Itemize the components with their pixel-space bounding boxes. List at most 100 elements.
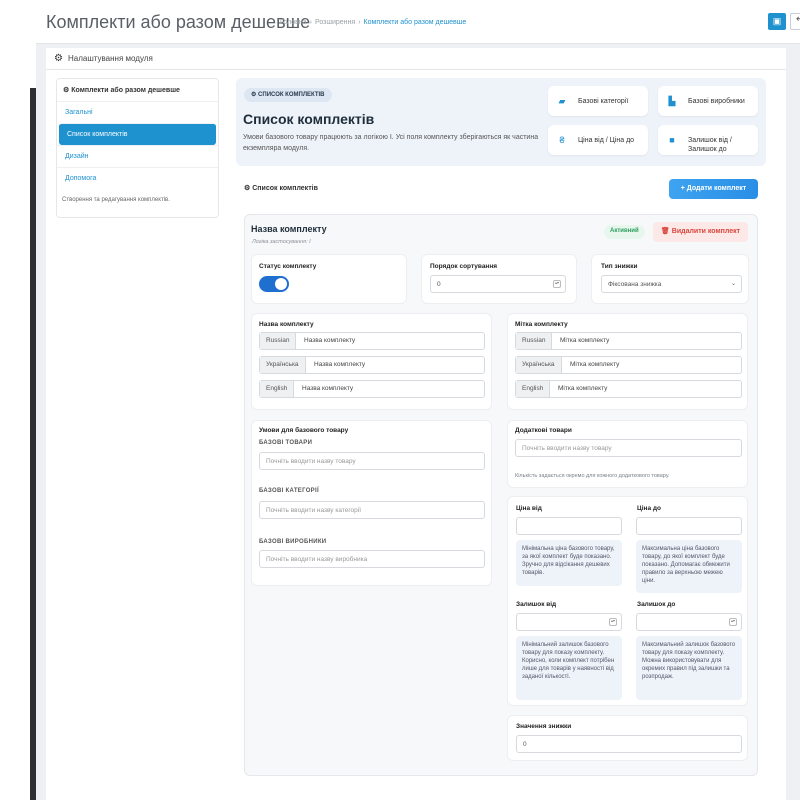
base-products-input[interactable]: Почніть вводити назву товару xyxy=(259,452,485,470)
puzzle-icon: ⚙ xyxy=(54,53,63,64)
language-tag: English xyxy=(260,381,295,397)
kit-name-row-russian[interactable]: Russian Назва комплекту xyxy=(259,332,485,350)
price-to-label: Ціна до xyxy=(637,505,661,512)
kit-mark-row-russian[interactable]: Russian Мітка комплекту xyxy=(515,332,742,350)
kit-names-label: Назва комплекту xyxy=(259,321,314,328)
kit-marks-label: Мітка комплекту xyxy=(515,321,568,328)
kit-list-heading: ⚙ Список комплектів xyxy=(244,184,318,192)
hero-description: Умови базового товару працюють за логіко… xyxy=(243,134,539,152)
spinner-icon[interactable]: ▴▾ xyxy=(553,280,561,288)
trash-icon: 🗑 xyxy=(660,228,672,235)
status-badge: Активний xyxy=(604,225,645,239)
card-price-range[interactable]: ₴ Ціна від / Ціна до xyxy=(548,125,648,155)
top-header: Комплекти або разом дешевше Головна › Розш… xyxy=(36,0,800,44)
card-label: Ціна від / Ціна до xyxy=(578,137,635,144)
price-to-input[interactable] xyxy=(636,517,742,535)
breadcrumb: Головна › Розширення › Комплекти або разом д… xyxy=(280,19,466,26)
kit-list-heading-text: Список комплектів xyxy=(252,185,318,192)
card-base-categories[interactable]: ▰ Базові категорії xyxy=(548,86,648,116)
status-label: Статус комплекту xyxy=(259,263,317,270)
puzzle-icon: ⚙ xyxy=(63,87,72,94)
kit-name-value: Назва комплекту xyxy=(304,337,356,344)
sidebar-item-general[interactable]: Загальні xyxy=(57,101,218,123)
sidebar-title-text: Комплекти або разом дешевше xyxy=(71,87,180,94)
delete-kit-button[interactable]: 🗑 Видалити комплект xyxy=(653,222,748,242)
chevron-down-icon: ⌄ xyxy=(730,281,736,287)
language-tag: Українська xyxy=(260,357,306,373)
extra-products-input[interactable]: Почніть вводити назву товару xyxy=(515,439,742,457)
box-icon: ■ xyxy=(669,135,675,145)
base-manufacturers-label: БАЗОВІ ВИРОБНИКИ xyxy=(259,539,327,545)
delete-kit-label: Видалити комплект xyxy=(671,228,741,235)
factory-icon: ▙ xyxy=(668,96,676,106)
breadcrumb-separator: › xyxy=(358,19,361,26)
left-edge xyxy=(0,0,36,800)
discount-value-input[interactable]: 0 xyxy=(516,735,742,753)
folder-icon: ▰ xyxy=(558,96,566,106)
kit-name-value: Назва комплекту xyxy=(302,385,354,392)
kit-logic: Логіка застосування: I xyxy=(252,239,311,245)
language-tag: Russian xyxy=(516,333,553,349)
section-pill: ⚙ СПИСОК КОМПЛЕКТІВ xyxy=(244,88,332,102)
breadcrumb-current[interactable]: Комплекти або разом дешевше xyxy=(364,19,467,26)
breadcrumb-home[interactable]: Головна xyxy=(280,19,307,26)
discount-type-label: Тип знижки xyxy=(601,263,638,270)
spinner-icon[interactable]: ▴▾ xyxy=(609,618,617,626)
stock-to-input[interactable]: ▴▾ xyxy=(636,613,742,631)
kit-mark-row-english[interactable]: English Мітка комплекту xyxy=(515,380,742,398)
extra-products-note: Кількість задається окремо для кожного д… xyxy=(515,473,670,479)
page-title: Комплекти або разом дешевше xyxy=(46,12,311,32)
discount-type-select[interactable]: Фіксована знижка ⌄ xyxy=(601,275,742,293)
back-icon: ↰ xyxy=(794,16,800,27)
card-base-manufacturers[interactable]: ▙ Базові виробники xyxy=(658,86,758,116)
price-to-hint: Максимальна ціна базового товару, до яко… xyxy=(636,540,742,593)
base-products-label: БАЗОВІ ТОВАРИ xyxy=(259,440,313,446)
sidebar-title: ⚙ Комплекти або разом дешевше xyxy=(57,79,218,101)
card-label: Базові категорії xyxy=(578,98,629,105)
base-manufacturers-input[interactable]: Почніть вводити назву виробника xyxy=(259,550,485,568)
sidebar-footer: Створення та редагування комплектів. xyxy=(62,197,170,203)
sort-order-input[interactable]: 0 ▴▾ xyxy=(430,275,566,293)
card-stock-range[interactable]: ■ Залишок від / Залишок до xyxy=(658,125,758,155)
add-kit-button[interactable]: + Додати комплект xyxy=(669,179,758,199)
kit-title: Назва комплекту xyxy=(251,224,327,234)
kit-name-row-english[interactable]: English Назва комплекту xyxy=(259,380,485,398)
breadcrumb-separator: › xyxy=(309,19,312,26)
kit-name-value: Назва комплекту xyxy=(314,361,366,368)
sidebar-item-kit-list[interactable]: Список комплектів xyxy=(59,123,216,145)
breadcrumb-extensions[interactable]: Розширення xyxy=(315,19,355,26)
stock-from-hint: Мінімальний залишок базового товару для … xyxy=(516,636,622,700)
hero-panel: ⚙ СПИСОК КОМПЛЕКТІВ Список комплектів Ум… xyxy=(236,78,766,166)
price-from-input[interactable] xyxy=(516,517,622,535)
discount-type-value: Фіксована знижка xyxy=(608,281,662,288)
toggle-knob xyxy=(275,278,287,290)
base-categories-label: БАЗОВІ КАТЕГОРІЇ xyxy=(259,488,319,494)
kit-mark-value: Мітка комплекту xyxy=(560,337,610,344)
hero-title: Список комплектів xyxy=(243,111,375,127)
save-icon: ▣ xyxy=(772,16,782,26)
card-label: Базові виробники xyxy=(688,98,745,105)
price-from-label: Ціна від xyxy=(516,505,542,512)
admin-menu-strip xyxy=(30,88,36,800)
sidebar-item-design[interactable]: Дизайн xyxy=(57,145,218,167)
kit-mark-row-ukrainian[interactable]: Українська Мітка комплекту xyxy=(515,356,742,374)
stock-to-hint: Максимальний залишок базового товару для… xyxy=(636,636,742,700)
currency-icon: ₴ xyxy=(559,135,565,145)
base-categories-input[interactable]: Почніть вводити назву категорії xyxy=(259,501,485,519)
discount-value-label: Значення знижки xyxy=(516,723,572,730)
stock-to-label: Залишок до xyxy=(637,601,676,608)
save-button[interactable]: ▣ xyxy=(768,13,786,30)
stock-from-input[interactable]: ▴▾ xyxy=(516,613,622,631)
spinner-icon[interactable]: ▴▾ xyxy=(729,618,737,626)
kit-name-row-ukrainian[interactable]: Українська Назва комплекту xyxy=(259,356,485,374)
stock-from-label: Залишок від xyxy=(516,601,557,608)
sidebar-item-help[interactable]: Допомога xyxy=(57,167,218,189)
back-button[interactable]: ↰ xyxy=(790,13,800,30)
sort-label: Порядок сортування xyxy=(430,263,498,270)
kit-mark-value: Мітка комплекту xyxy=(558,385,608,392)
card-label: Залишок від / Залишок до xyxy=(688,137,732,153)
status-toggle[interactable] xyxy=(259,276,289,292)
section-pill-text: СПИСОК КОМПЛЕКТІВ xyxy=(258,92,325,98)
module-settings-header: ⚙ Налаштування модуля xyxy=(46,48,786,70)
price-from-hint: Мінімальна ціна базового товару, за якої… xyxy=(516,540,622,586)
